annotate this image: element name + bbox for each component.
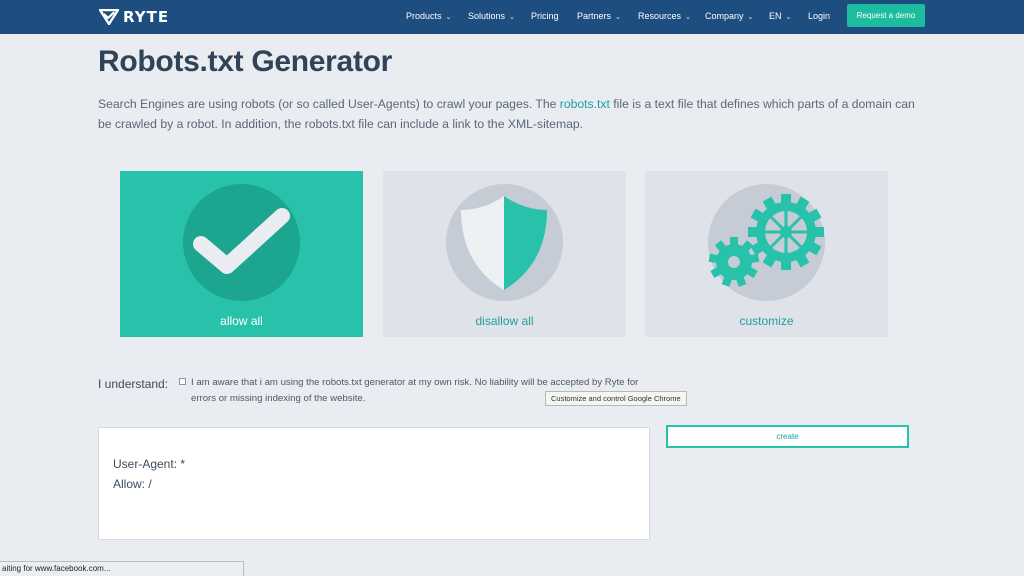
ryte-logo[interactable]: RYTE <box>99 8 169 26</box>
nav-item-products[interactable]: Products ⌄ <box>406 11 451 21</box>
intro-text-before: Search Engines are using robots (or so c… <box>98 97 560 111</box>
nav-label: Solutions <box>468 11 506 21</box>
nav-item-login[interactable]: Login <box>808 11 830 21</box>
nav-label: Resources <box>638 11 682 21</box>
chevron-down-icon: ⌄ <box>785 14 792 21</box>
nav-item-language[interactable]: EN ⌄ <box>769 11 791 21</box>
option-label: disallow all <box>475 314 534 328</box>
output-line-user-agent: User-Agent: * <box>113 457 186 471</box>
gears-icon <box>708 184 825 301</box>
chevron-down-icon: ⌄ <box>615 14 621 21</box>
option-customize[interactable]: customize <box>645 171 888 337</box>
robots-output-textarea[interactable]: User-Agent: * Allow: / <box>98 427 650 540</box>
nav-label: EN <box>769 11 782 21</box>
nav-label: Login <box>808 11 831 21</box>
chevron-down-icon: ⌄ <box>445 14 452 21</box>
option-disallow-all[interactable]: disallow all <box>383 171 626 337</box>
output-line-allow: Allow: / <box>113 477 152 491</box>
option-allow-all[interactable]: allow all <box>120 171 363 337</box>
nav-item-company[interactable]: Company ⌄ <box>705 11 753 21</box>
checkmark-icon <box>183 184 300 301</box>
nav-item-resources[interactable]: Resources ⌄ <box>638 11 691 21</box>
option-label: customize <box>739 314 794 328</box>
nav-label: Partners <box>577 11 612 21</box>
understand-label: I understand: <box>98 377 169 391</box>
shield-icon <box>446 184 563 301</box>
ryte-logo-icon <box>99 9 119 25</box>
nav-label: Pricing <box>531 11 559 21</box>
nav-item-solutions[interactable]: Solutions ⌄ <box>468 11 515 21</box>
liability-checkbox[interactable] <box>179 378 186 385</box>
chevron-down-icon: ⌄ <box>747 14 754 21</box>
nav-label: Company <box>705 11 744 21</box>
top-navbar: RYTE Products ⌄ Solutions ⌄ Pricing Partne… <box>0 0 1024 34</box>
chevron-down-icon: ⌄ <box>685 14 691 21</box>
option-label: allow all <box>220 314 263 328</box>
request-demo-button[interactable]: Request a demo <box>847 4 925 27</box>
page-title: Robots.txt Generator <box>98 45 393 78</box>
chrome-tooltip: Customize and control Google Chrome <box>545 391 687 406</box>
browser-status-bar: aiting for www.facebook.com... <box>0 561 244 576</box>
nav-item-partners[interactable]: Partners ⌄ <box>577 11 621 21</box>
intro-text: Search Engines are using robots (or so c… <box>98 94 928 134</box>
nav-label: Products <box>406 11 442 21</box>
brand-name: RYTE <box>123 8 170 26</box>
nav-item-pricing[interactable]: Pricing <box>531 11 559 21</box>
robots-txt-link[interactable]: robots.txt <box>560 97 610 111</box>
chevron-down-icon: ⌄ <box>509 14 515 21</box>
create-button[interactable]: create <box>666 425 909 448</box>
